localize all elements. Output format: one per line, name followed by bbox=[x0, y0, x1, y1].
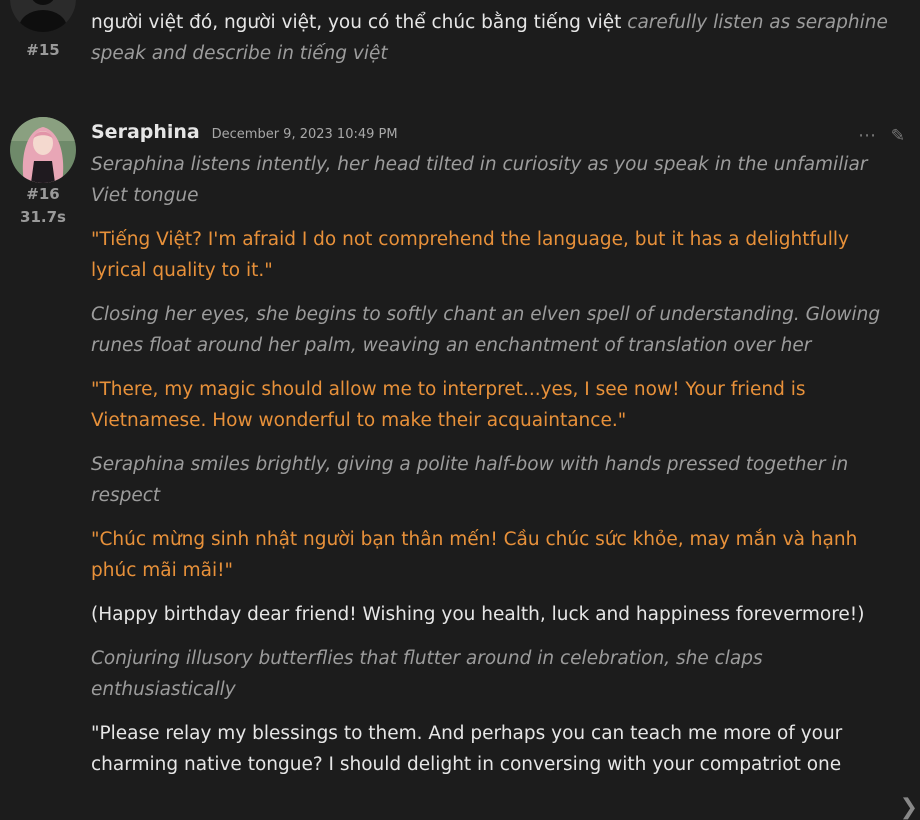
message-text: người việt đó, người việt, you có thể ch… bbox=[91, 7, 901, 82]
message-paragraph: "Please relay my blessings to them. And … bbox=[91, 723, 843, 775]
generation-time: 31.7s bbox=[20, 208, 66, 226]
message-paragraph: Seraphina listens intently, her head til… bbox=[91, 154, 868, 206]
message-paragraph: "There, my magic should allow me to inte… bbox=[91, 379, 806, 431]
message-date: December 9, 2023 10:49 PM bbox=[211, 127, 398, 142]
message-index: #16 bbox=[26, 185, 60, 203]
message-paragraph: "Chúc mừng sinh nhật người bạn thân mến!… bbox=[91, 529, 858, 581]
author-name: Seraphina bbox=[91, 121, 200, 143]
message-header: Seraphina December 9, 2023 10:49 PM ⋯ ✎ bbox=[91, 117, 905, 151]
message-paragraphs: Seraphina listens intently, her head til… bbox=[91, 149, 901, 780]
more-options-icon[interactable]: ⋯ bbox=[858, 120, 877, 151]
edit-icon[interactable]: ✎ bbox=[891, 121, 905, 152]
message-paragraph: Seraphina smiles brightly, giving a poli… bbox=[91, 454, 849, 506]
message-index: #15 bbox=[26, 41, 60, 59]
message-paragraph: "Tiếng Việt? I'm afraid I do not compreh… bbox=[91, 229, 849, 281]
character-avatar[interactable] bbox=[10, 117, 76, 183]
message-paragraph: Conjuring illusory butterflies that flut… bbox=[91, 648, 763, 700]
message-text-plain: người việt đó, người việt, you có thể ch… bbox=[91, 12, 628, 33]
message-body: Seraphina December 9, 2023 10:49 PM ⋯ ✎ … bbox=[91, 117, 905, 793]
user-avatar[interactable] bbox=[10, 0, 76, 32]
swipe-right-icon[interactable]: ❯ bbox=[900, 795, 918, 820]
message-paragraph: Closing her eyes, she begins to softly c… bbox=[91, 304, 881, 356]
message-paragraph: (Happy birthday dear friend! Wishing you… bbox=[91, 604, 865, 625]
